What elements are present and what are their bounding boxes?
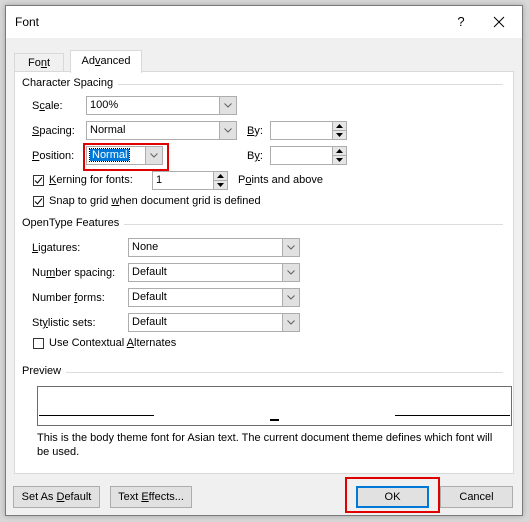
position-value: Normal bbox=[88, 148, 131, 162]
preview-description: This is the body theme font for Asian te… bbox=[37, 432, 493, 458]
chevron-down-icon bbox=[287, 270, 295, 275]
section-preview: Preview bbox=[22, 365, 67, 377]
contextual-alternates-checkbox[interactable] bbox=[33, 338, 44, 349]
tab-font[interactable]: Font bbox=[14, 53, 64, 72]
number-forms-label: Number forms: bbox=[32, 292, 105, 304]
chevron-down-icon bbox=[287, 320, 295, 325]
arrow-down-icon bbox=[217, 183, 224, 187]
position-dropdown[interactable]: Normal bbox=[86, 146, 163, 165]
dialog-title: Font bbox=[15, 15, 40, 29]
spin-up-button[interactable] bbox=[214, 172, 227, 181]
text-effects-label: Text Effects... bbox=[118, 491, 184, 503]
preview-baseline-left bbox=[39, 415, 154, 416]
spin-down-button[interactable] bbox=[333, 131, 346, 139]
chevron-down-icon bbox=[287, 295, 295, 300]
scale-value: 100% bbox=[90, 99, 119, 111]
ligatures-dropdown[interactable]: None bbox=[128, 238, 300, 257]
kerning-spinner[interactable]: 1 bbox=[152, 171, 228, 190]
preview-baseline-right bbox=[395, 415, 510, 416]
chevron-down-icon bbox=[150, 153, 158, 158]
set-as-default-button[interactable]: Set As Default bbox=[13, 486, 100, 508]
scale-dropdown[interactable]: 100% bbox=[86, 96, 237, 115]
kerning-checkbox[interactable] bbox=[33, 175, 44, 186]
preview-box bbox=[37, 386, 512, 426]
snap-to-grid-label: Snap to grid when document grid is defin… bbox=[49, 195, 261, 207]
text-effects-button[interactable]: Text Effects... bbox=[110, 486, 192, 508]
cancel-button[interactable]: Cancel bbox=[440, 486, 513, 508]
section-opentype: OpenType Features bbox=[22, 217, 125, 229]
position-by-label: By: bbox=[247, 150, 263, 162]
tab-advanced[interactable]: Advanced bbox=[70, 50, 142, 73]
scale-label: Scale: bbox=[32, 100, 63, 112]
spacing-by-label: By: bbox=[247, 125, 263, 137]
ok-button[interactable]: OK bbox=[356, 486, 429, 508]
checkmark-icon bbox=[34, 177, 43, 184]
arrow-down-icon bbox=[336, 158, 343, 162]
checkmark-icon bbox=[34, 198, 43, 205]
number-spacing-dropdown[interactable]: Default bbox=[128, 263, 300, 282]
number-spacing-label: Number spacing: bbox=[32, 267, 116, 279]
kerning-suffix: Points and above bbox=[238, 174, 324, 186]
position-by-spinner[interactable] bbox=[270, 146, 347, 165]
chevron-down-icon bbox=[287, 245, 295, 250]
spacing-value: Normal bbox=[90, 124, 126, 136]
help-button[interactable]: ? bbox=[451, 11, 471, 33]
ligatures-label: Ligatures: bbox=[32, 242, 81, 254]
tab-advanced-label: Advanced bbox=[81, 55, 131, 67]
close-icon bbox=[493, 16, 505, 28]
stylistic-sets-dropdown[interactable]: Default bbox=[128, 313, 300, 332]
stylistic-sets-label: Stylistic sets: bbox=[32, 317, 96, 329]
ligatures-value: None bbox=[132, 241, 159, 253]
kerning-label: Kerning for fonts: bbox=[49, 174, 133, 186]
spacing-label: Spacing: bbox=[32, 125, 75, 137]
number-forms-dropdown[interactable]: Default bbox=[128, 288, 300, 307]
chevron-down-icon bbox=[224, 103, 232, 108]
spin-up-button[interactable] bbox=[333, 122, 346, 131]
title-bar: Font ? bbox=[6, 6, 522, 38]
section-divider bbox=[25, 372, 503, 373]
arrow-up-icon bbox=[336, 124, 343, 128]
stylistic-sets-value: Default bbox=[132, 316, 167, 328]
section-character-spacing: Character Spacing bbox=[22, 77, 119, 89]
preview-cursor-mark bbox=[270, 419, 279, 421]
number-forms-value: Default bbox=[132, 291, 167, 303]
spin-down-button[interactable] bbox=[333, 156, 346, 164]
font-dialog: Font ? Font Advanced Character Spacing S… bbox=[5, 5, 523, 516]
spacing-dropdown[interactable]: Normal bbox=[86, 121, 237, 140]
close-button[interactable] bbox=[488, 11, 510, 33]
contextual-alternates-label: Use Contextual Alternates bbox=[49, 337, 177, 349]
arrow-up-icon bbox=[336, 149, 343, 153]
arrow-down-icon bbox=[336, 133, 343, 137]
position-label: Position: bbox=[32, 150, 75, 162]
arrow-up-icon bbox=[217, 174, 224, 178]
spacing-by-spinner[interactable] bbox=[270, 121, 347, 140]
spin-down-button[interactable] bbox=[214, 181, 227, 189]
spin-up-button[interactable] bbox=[333, 147, 346, 156]
tab-font-label: Font bbox=[27, 57, 51, 69]
chevron-down-icon bbox=[224, 128, 232, 133]
number-spacing-value: Default bbox=[132, 266, 167, 278]
set-as-default-label: Set As Default bbox=[21, 491, 92, 503]
snap-to-grid-checkbox[interactable] bbox=[33, 196, 44, 207]
kerning-value: 1 bbox=[156, 174, 163, 186]
advanced-panel: Character Spacing Scale: 100% Spacing: N… bbox=[14, 71, 514, 474]
